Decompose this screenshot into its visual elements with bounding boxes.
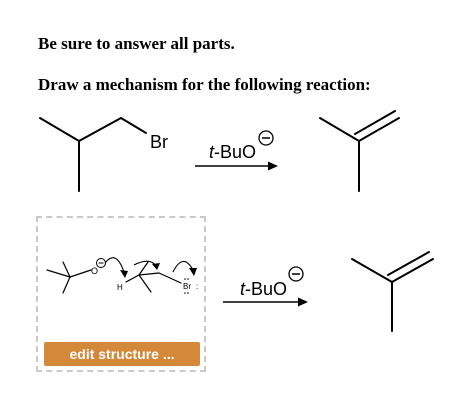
- reagent-label: t-BuO: [240, 279, 287, 299]
- reaction-arrow: [195, 161, 278, 171]
- reagent-label: t-BuO: [209, 142, 256, 162]
- charge-minus-icon: [288, 266, 304, 282]
- reagent-name: -BuO: [245, 279, 287, 299]
- charge-minus-icon: [258, 130, 274, 146]
- edit-structure-button[interactable]: edit structure ...: [44, 342, 200, 366]
- bromine-label: Br: [150, 132, 168, 152]
- product-structure: [319, 110, 400, 192]
- product-structure: [351, 251, 434, 332]
- reactant-structure: [39, 117, 147, 192]
- reagent-name: -BuO: [214, 142, 256, 162]
